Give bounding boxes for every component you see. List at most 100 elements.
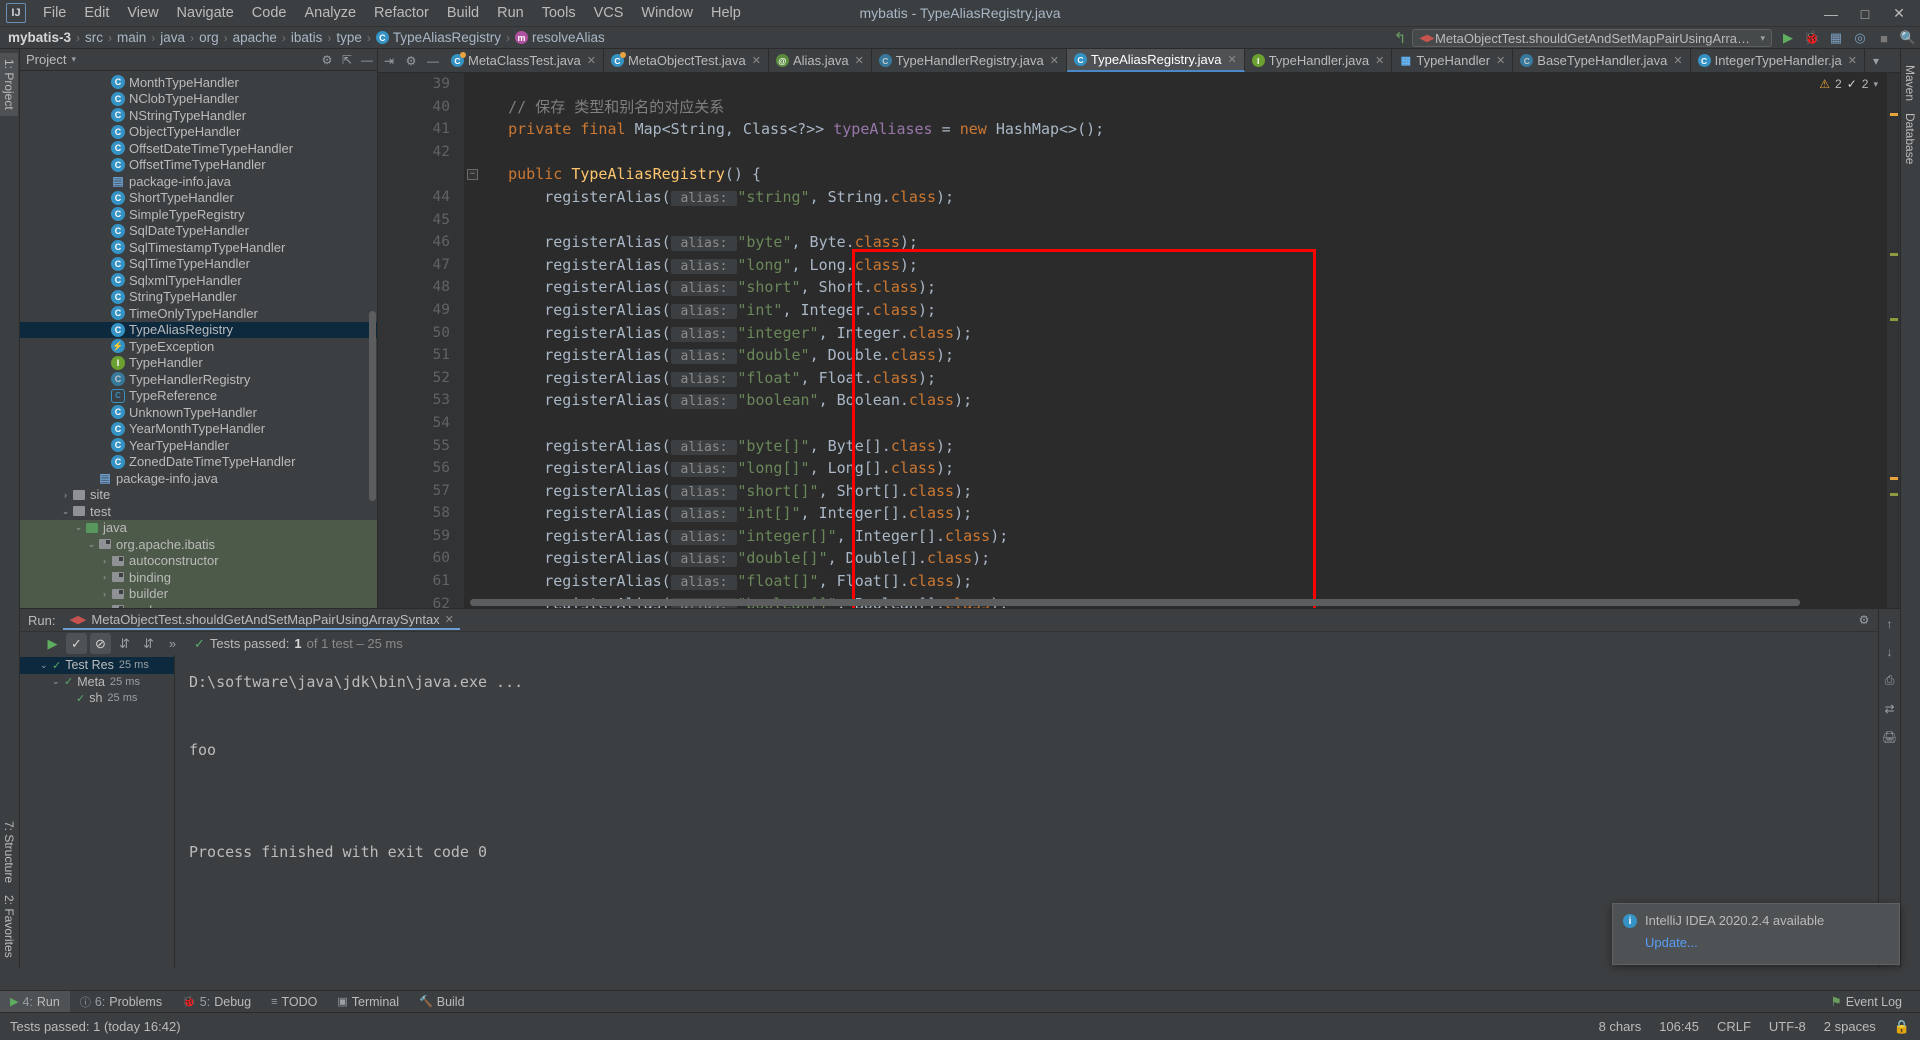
- warning-marker[interactable]: [1890, 477, 1898, 480]
- back-arrow-icon[interactable]: ↰: [1389, 28, 1411, 48]
- tree-node[interactable]: C SqlxmlTypeHandler: [20, 272, 377, 289]
- lock-icon[interactable]: 🔒: [1894, 1019, 1910, 1035]
- chevron-down-icon[interactable]: ▾: [1873, 79, 1878, 90]
- caret-position[interactable]: 106:45: [1659, 1019, 1699, 1034]
- close-icon[interactable]: ✕: [587, 54, 596, 67]
- line-number[interactable]: 61: [378, 570, 464, 593]
- breadcrumb-apache[interactable]: apache: [233, 30, 277, 45]
- line-separator[interactable]: CRLF: [1717, 1019, 1751, 1034]
- breadcrumb-project[interactable]: mybatis-3: [8, 30, 71, 45]
- sidebar-item-maven[interactable]: Maven: [1901, 59, 1919, 107]
- test-tree-node[interactable]: ⌄ ✓ Test Res 25 ms: [20, 657, 174, 674]
- bottom-tab-run[interactable]: ▶ 4: Run: [0, 990, 70, 1013]
- settings-icon[interactable]: ⚙: [1854, 610, 1874, 630]
- line-number[interactable]: 62: [378, 593, 464, 608]
- editor-tab[interactable]: I TypeHandler.java ✕: [1245, 49, 1393, 72]
- tree-node[interactable]: C TypeHandlerRegistry: [20, 371, 377, 388]
- menu-item-refactor[interactable]: Refactor: [365, 2, 438, 24]
- weak-marker[interactable]: [1890, 318, 1898, 321]
- line-number[interactable]: 60: [378, 547, 464, 570]
- coverage-icon[interactable]: ▦: [1825, 28, 1847, 48]
- tree-node[interactable]: C SqlTimeTypeHandler: [20, 256, 377, 273]
- breadcrumb-ibatis[interactable]: ibatis: [291, 30, 323, 45]
- run-tab[interactable]: ◀▶ MetaObjectTest.shouldGetAndSetMapPair…: [63, 610, 460, 630]
- more-options-icon[interactable]: »: [162, 633, 183, 654]
- chevron-right-icon[interactable]: ›: [98, 572, 111, 582]
- line-number[interactable]: 51: [378, 344, 464, 367]
- editor-tab[interactable]: @ Alias.java ✕: [769, 49, 872, 72]
- menu-item-help[interactable]: Help: [702, 2, 750, 24]
- sidebar-item-database[interactable]: Database: [1901, 107, 1919, 170]
- chevron-right-icon[interactable]: ›: [98, 556, 111, 566]
- tree-node[interactable]: ▤ package-info.java: [20, 470, 377, 487]
- sort-alphabetically-icon[interactable]: ⇵: [114, 633, 135, 654]
- collapse-all-icon[interactable]: ⇱: [337, 50, 357, 70]
- weak-marker[interactable]: [1890, 253, 1898, 256]
- event-log-button[interactable]: ⚑ Event Log: [1820, 991, 1912, 1013]
- line-number[interactable]: 52: [378, 367, 464, 390]
- stop-icon[interactable]: ■: [1873, 28, 1895, 48]
- menu-item-file[interactable]: File: [34, 2, 75, 24]
- close-icon[interactable]: ✕: [855, 54, 864, 67]
- test-results-tree[interactable]: ⌄ ✓ Test Res 25 ms ⌄ ✓ Meta 25 ms ✓ sh 25 ms: [20, 655, 175, 968]
- tree-node[interactable]: C OffsetDateTimeTypeHandler: [20, 140, 377, 157]
- sidebar-item-project[interactable]: 1: Project: [0, 53, 18, 116]
- line-number[interactable]: 46: [378, 231, 464, 254]
- chevron-right-icon[interactable]: ›: [59, 490, 72, 500]
- project-tree-scrollbar[interactable]: [369, 311, 376, 501]
- breadcrumb-org[interactable]: org: [199, 30, 219, 45]
- editor-tab[interactable]: ▦ TypeHandler ✕: [1392, 49, 1514, 72]
- tree-node[interactable]: C YearTypeHandler: [20, 437, 377, 454]
- minimize-button[interactable]: —: [1814, 0, 1848, 27]
- close-icon[interactable]: ✕: [1375, 54, 1384, 67]
- tree-node[interactable]: › builder: [20, 585, 377, 602]
- tab-overflow-chevron-icon[interactable]: ▾: [1865, 49, 1887, 72]
- bottom-tab-todo[interactable]: ≡ TODO: [261, 991, 327, 1013]
- menu-item-build[interactable]: Build: [438, 2, 488, 24]
- breadcrumb-method[interactable]: m resolveAlias: [514, 30, 605, 45]
- notification-update-link[interactable]: Update...: [1645, 935, 1889, 950]
- wrap-text-icon[interactable]: ⇄: [1884, 702, 1894, 716]
- run-configuration-selector[interactable]: ◀▶ MetaObjectTest.shouldGetAndSetMapPair…: [1412, 29, 1772, 47]
- close-button[interactable]: ✕: [1882, 0, 1916, 27]
- tree-node[interactable]: C ZonedDateTimeTypeHandler: [20, 454, 377, 471]
- scroll-down-icon[interactable]: ↓: [1887, 645, 1893, 659]
- menu-item-tools[interactable]: Tools: [533, 2, 585, 24]
- line-number[interactable]: 48: [378, 276, 464, 299]
- settings-icon[interactable]: ⚙: [400, 49, 422, 72]
- tree-node[interactable]: C SimpleTypeRegistry: [20, 206, 377, 223]
- sort-by-duration-icon[interactable]: ⇵: [138, 633, 159, 654]
- breadcrumb-main[interactable]: main: [117, 30, 146, 45]
- bottom-tab-debug[interactable]: 🐞 5: Debug: [172, 991, 261, 1013]
- run-icon[interactable]: ▶: [1777, 28, 1799, 48]
- warning-marker[interactable]: [1890, 113, 1898, 116]
- line-number[interactable]: 54: [378, 412, 464, 435]
- chevron-down-icon[interactable]: ⌄: [72, 522, 85, 533]
- editor-horizontal-scrollbar[interactable]: [470, 599, 1800, 606]
- char-count[interactable]: 8 chars: [1599, 1019, 1642, 1034]
- line-number[interactable]: 49: [378, 299, 464, 322]
- tree-node[interactable]: C TypeAliasRegistry: [20, 321, 377, 338]
- editor-tab[interactable]: C MetaObjectTest.java ✕: [604, 49, 769, 72]
- export-icon[interactable]: ⎙: [1885, 673, 1895, 688]
- editor-tab[interactable]: C BaseTypeHandler.java ✕: [1513, 49, 1691, 72]
- sidebar-item-favorites[interactable]: 2: Favorites: [0, 889, 18, 964]
- weak-marker[interactable]: [1890, 493, 1898, 496]
- tree-node[interactable]: ▤ package-info.java: [20, 173, 377, 190]
- tree-node[interactable]: I TypeHandler: [20, 355, 377, 372]
- chevron-right-icon[interactable]: ›: [98, 589, 111, 599]
- editor-tab[interactable]: C TypeHandlerRegistry.java ✕: [872, 49, 1067, 72]
- file-encoding[interactable]: UTF-8: [1769, 1019, 1806, 1034]
- menu-item-code[interactable]: Code: [243, 2, 296, 24]
- tree-node[interactable]: C StringTypeHandler: [20, 289, 377, 306]
- tree-node[interactable]: C SqlTimestampTypeHandler: [20, 239, 377, 256]
- close-icon[interactable]: ✕: [445, 613, 454, 626]
- tree-node[interactable]: › binding: [20, 569, 377, 586]
- bottom-tab-terminal[interactable]: ▣ Terminal: [327, 991, 409, 1013]
- chevron-down-icon[interactable]: ⌄: [52, 676, 64, 687]
- chevron-down-icon[interactable]: ⌄: [59, 506, 72, 517]
- debug-icon[interactable]: 🐞: [1801, 28, 1823, 48]
- editor-marker-bar[interactable]: [1886, 73, 1900, 608]
- editor-body[interactable]: 39 40 41 42−44 45 46 47 48 49 50 51 52 53 54 55 56 57 58 5…: [378, 73, 1900, 608]
- line-number[interactable]: 55: [378, 435, 464, 458]
